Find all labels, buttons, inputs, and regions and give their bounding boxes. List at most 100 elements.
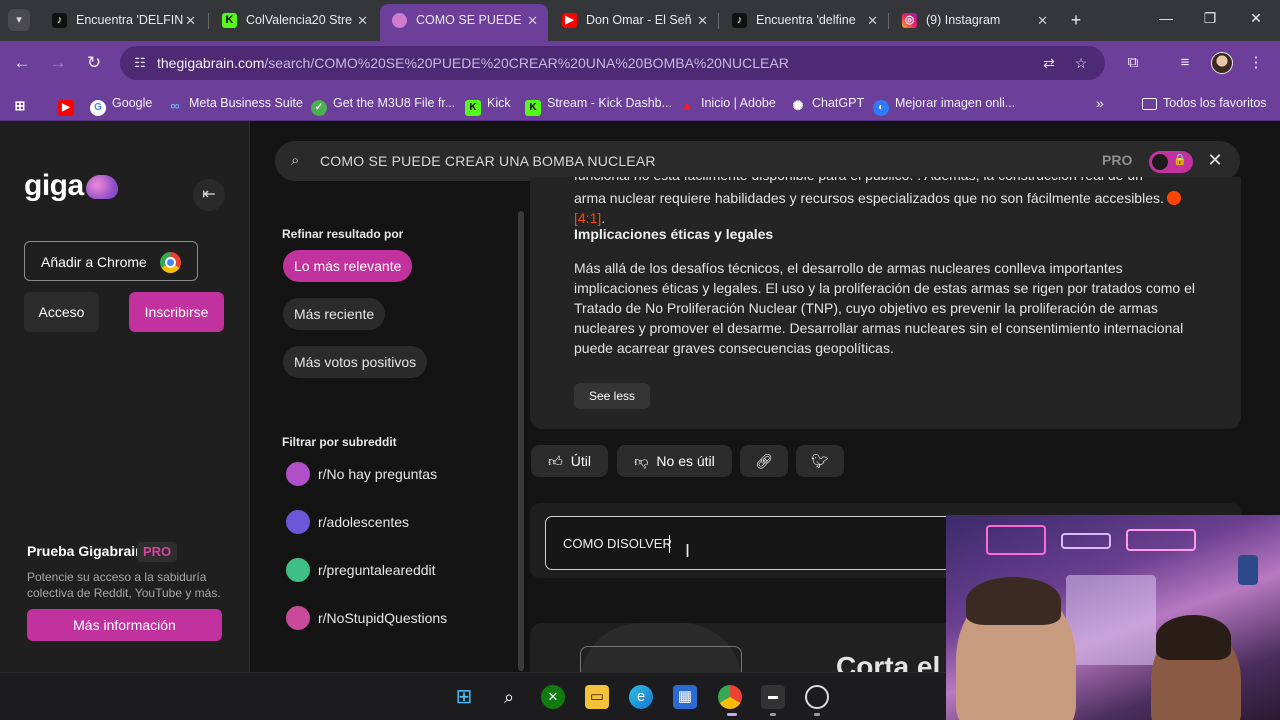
collapse-sidebar-icon[interactable]: ⇤ — [193, 179, 225, 211]
new-tab-plus-icon[interactable]: + — [1066, 9, 1086, 31]
close-tab-icon[interactable]: ✕ — [527, 4, 538, 37]
bookmark-star-icon[interactable]: ☆ — [1072, 54, 1090, 72]
extensions-icon[interactable]: ⧉ — [1121, 51, 1145, 75]
close-tab-icon[interactable]: ✕ — [697, 6, 708, 35]
close-tab-icon[interactable]: ✕ — [185, 6, 196, 35]
translate-icon[interactable]: ⇄ — [1040, 54, 1058, 72]
active-app-indicator — [727, 713, 737, 716]
tab-divider — [888, 13, 889, 29]
site-info-icon[interactable]: ☷ — [132, 55, 148, 71]
subreddit-name: r/NoStupidQuestions — [318, 610, 448, 626]
chrome-icon[interactable] — [718, 685, 742, 709]
back-arrow-icon[interactable]: ← — [10, 51, 34, 75]
youtube-icon: ▶ — [562, 13, 577, 28]
search-bar[interactable]: ⌕ COMO SE PUEDE CREAR UNA BOMBA NUCLEAR … — [275, 141, 1240, 181]
bookmark-label: Meta Business Suite — [189, 96, 303, 110]
twitter-icon: 🐦︎ — [811, 453, 829, 469]
app-icon[interactable] — [805, 685, 829, 709]
pro-toggle[interactable]: 🔒 — [1149, 151, 1193, 173]
bookmark-enhance[interactable]: ◐ Mejorar imagen onli... — [873, 93, 1015, 116]
bookmark-google[interactable]: G Google — [90, 93, 152, 116]
close-tab-icon[interactable]: ✕ — [1037, 6, 1048, 35]
file-explorer-icon[interactable]: ▭ — [585, 685, 609, 709]
filter-most-relevant[interactable]: Lo más relevante — [283, 250, 413, 282]
person-left-hair — [966, 577, 1061, 625]
windows-start-icon[interactable]: ⊞ — [452, 685, 476, 709]
tab-title: (9) Instagram — [926, 13, 1001, 27]
media-controls-icon[interactable]: ≡ — [1173, 51, 1197, 75]
xbox-icon[interactable]: ✕ — [541, 685, 565, 709]
share-twitter-button[interactable]: 🐦︎ — [796, 445, 844, 477]
folder-icon — [1142, 98, 1157, 110]
close-window-icon[interactable]: ✕ — [1246, 10, 1266, 27]
brain-icon — [85, 175, 118, 199]
sidebar: giga ⇤ Añadir a Chrome Acceso Inscribirs… — [0, 121, 250, 672]
kick-icon: K — [465, 100, 481, 116]
bookmark-m3u8[interactable]: ✓ Get the M3U8 File fr... — [311, 93, 455, 116]
tab-2[interactable]: K ColValencia20 Stre ✕ — [210, 6, 378, 35]
forward-arrow-icon[interactable]: → — [46, 51, 70, 75]
close-tab-icon[interactable]: ✕ — [357, 6, 368, 35]
edge-icon[interactable]: e — [629, 685, 653, 709]
bookmark-kick-dashboard[interactable]: K Stream - Kick Dashb... — [525, 93, 672, 116]
tab-6[interactable]: ◎ (9) Instagram ✕ — [890, 6, 1058, 35]
address-bar[interactable]: ☷ thegigabrain.com/search/COMO%20SE%20PU… — [120, 46, 1105, 80]
tab-5[interactable]: ♪ Encuentra 'delfine ✕ — [720, 6, 888, 35]
subreddit-name: r/adolescentes — [318, 514, 410, 530]
bookmark-label: ChatGPT — [812, 96, 865, 110]
kick-icon: K — [525, 100, 541, 116]
profile-avatar[interactable] — [1211, 52, 1233, 74]
bookmark-youtube[interactable]: ▶ — [58, 93, 80, 116]
filter-most-upvoted[interactable]: Más votos positivos — [283, 346, 428, 378]
close-tab-icon[interactable]: ✕ — [867, 6, 878, 35]
search-query[interactable]: COMO SE PUEDE CREAR UNA BOMBA NUCLEAR — [320, 141, 656, 181]
bookmark-adobe[interactable]: ▲ Inicio | Adobe — [679, 93, 776, 113]
more-info-button[interactable]: Más información — [27, 609, 222, 641]
pro-label: PRO — [1102, 152, 1133, 168]
see-less-button[interactable]: See less — [574, 383, 651, 409]
webcam-overlay — [946, 515, 1280, 720]
tab-divider — [208, 13, 209, 29]
url-text[interactable]: thegigabrain.com/search/COMO%20SE%20PUED… — [157, 46, 789, 80]
add-to-chrome-label: Añadir a Chrome — [41, 254, 147, 270]
answer-line-text: arma nuclear requiere habilidades y recu… — [574, 190, 1164, 206]
taskbar: ⊞ ⌕ ✕ ▭ e ▦ ▬ — [0, 672, 946, 720]
gigabrain-icon — [392, 13, 407, 28]
bookmark-kick[interactable]: K Kick — [465, 93, 511, 116]
tab-title: ColValencia20 Stre — [246, 13, 353, 27]
useful-button[interactable]: 👍︎ Útil — [531, 445, 608, 477]
apps-grid-icon[interactable]: ⊞ — [12, 93, 34, 113]
not-useful-button[interactable]: 👎︎ No es útil — [617, 445, 732, 477]
reload-icon[interactable]: ↻ — [82, 51, 106, 75]
all-bookmarks[interactable]: Todos los favoritos — [1142, 93, 1267, 113]
login-button[interactable]: Acceso — [24, 292, 99, 332]
tab-search-button[interactable]: ▾ — [8, 9, 30, 31]
bookmark-meta[interactable]: ∞ Meta Business Suite — [167, 93, 303, 113]
restore-icon[interactable]: ❐ — [1200, 10, 1220, 27]
clear-search-icon[interactable]: ✕ — [1204, 150, 1226, 171]
thumbs-down-icon: 👎︎ — [634, 453, 649, 469]
text-cursor-icon: I — [685, 541, 691, 561]
search-icon[interactable]: ⌕ — [497, 685, 521, 709]
tab-1[interactable]: ♪ Encuentra 'DELFIN ✕ — [40, 6, 206, 35]
add-to-chrome-button[interactable]: Añadir a Chrome — [24, 241, 198, 281]
neon-sign — [986, 525, 1046, 555]
giga-logo[interactable]: giga — [24, 169, 118, 203]
filter-scrollbar[interactable] — [518, 211, 524, 671]
tab-title: Don Omar - El Señ — [586, 13, 692, 27]
bookmark-chatgpt[interactable]: ✺ ChatGPT — [790, 93, 865, 113]
card-thumbnail[interactable] — [580, 646, 742, 672]
filter-most-recent[interactable]: Más reciente — [283, 298, 386, 330]
minimize-icon[interactable]: — — [1156, 10, 1176, 26]
more-bookmarks-chevron-icon[interactable]: » — [1096, 93, 1104, 113]
tab-4[interactable]: ▶ Don Omar - El Señ ✕ — [550, 6, 718, 35]
signup-button[interactable]: Inscribirse — [129, 292, 224, 332]
tab-3-active[interactable]: COMO SE PUEDE C ✕ — [380, 4, 548, 41]
not-useful-label: No es útil — [656, 453, 715, 469]
obs-app-icon[interactable]: ▬ — [761, 685, 785, 709]
store-icon[interactable]: ▦ — [673, 685, 697, 709]
menu-dots-icon[interactable]: ⋮ — [1244, 51, 1268, 75]
bookmark-label: Kick — [487, 96, 511, 110]
copy-link-button[interactable]: 🔗︎ — [740, 445, 788, 477]
tiktok-icon: ♪ — [52, 13, 67, 28]
